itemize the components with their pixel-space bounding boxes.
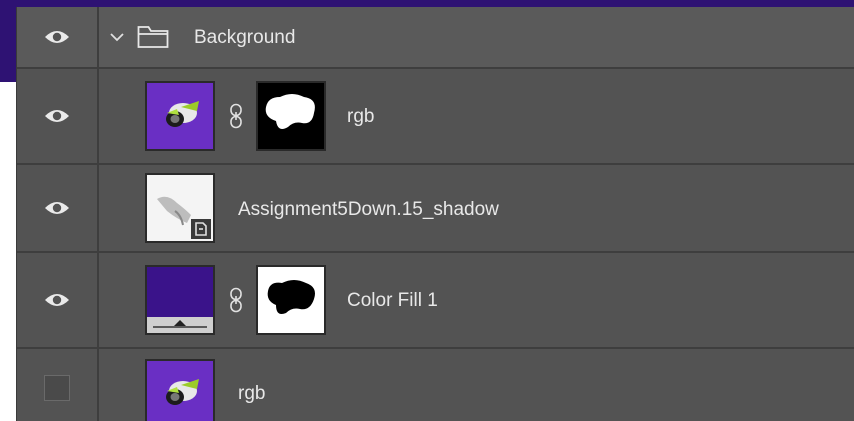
layer-thumbnail[interactable] bbox=[145, 265, 215, 335]
layer-mask-thumbnail[interactable] bbox=[256, 81, 326, 151]
layer-mask-thumbnail[interactable] bbox=[256, 265, 326, 335]
visibility-column bbox=[17, 69, 99, 163]
image-thumbnail bbox=[166, 101, 199, 127]
mask-shape-icon bbox=[265, 94, 315, 129]
image-thumbnail bbox=[166, 379, 199, 405]
visibility-toggle[interactable] bbox=[44, 195, 70, 221]
eye-icon bbox=[45, 294, 69, 306]
layer-group-background[interactable]: Background bbox=[17, 7, 854, 69]
visibility-toggle[interactable] bbox=[44, 24, 70, 50]
layer-name: rgb bbox=[238, 383, 266, 404]
color-fill-thumbnail bbox=[147, 317, 213, 333]
eye-icon bbox=[45, 202, 69, 214]
layer-row[interactable]: Assignment5Down.15_shadow bbox=[17, 165, 854, 253]
layer-thumbnail[interactable] bbox=[145, 81, 215, 151]
smart-object-thumbnail bbox=[157, 196, 211, 239]
eye-icon bbox=[45, 110, 69, 122]
visibility-column bbox=[17, 165, 99, 251]
visibility-column bbox=[17, 253, 99, 347]
layer-row[interactable]: rgb bbox=[17, 349, 854, 421]
chain-link-icon[interactable] bbox=[229, 287, 243, 313]
visibility-column bbox=[17, 7, 99, 67]
layer-name: Color Fill 1 bbox=[347, 290, 438, 311]
visibility-toggle[interactable] bbox=[44, 375, 70, 401]
layer-name: Background bbox=[194, 27, 296, 48]
layer-row[interactable]: rgb bbox=[17, 69, 854, 165]
eye-icon bbox=[45, 31, 69, 43]
folder-icon bbox=[137, 26, 169, 48]
visibility-toggle[interactable] bbox=[44, 287, 70, 313]
layer-thumbnail[interactable] bbox=[145, 359, 215, 421]
visibility-toggle[interactable] bbox=[44, 103, 70, 129]
layer-thumbnail[interactable] bbox=[145, 173, 215, 243]
layers-panel: Background rgb Assignment5Down.15_shadow… bbox=[16, 7, 854, 421]
layer-row[interactable]: Color Fill 1 bbox=[17, 253, 854, 349]
layer-name: Assignment5Down.15_shadow bbox=[238, 199, 499, 220]
chain-link-icon[interactable] bbox=[229, 103, 243, 129]
visibility-column bbox=[17, 349, 99, 421]
chevron-down-icon[interactable] bbox=[109, 31, 125, 43]
mask-shape-icon bbox=[267, 280, 315, 314]
layer-name: rgb bbox=[347, 106, 375, 127]
